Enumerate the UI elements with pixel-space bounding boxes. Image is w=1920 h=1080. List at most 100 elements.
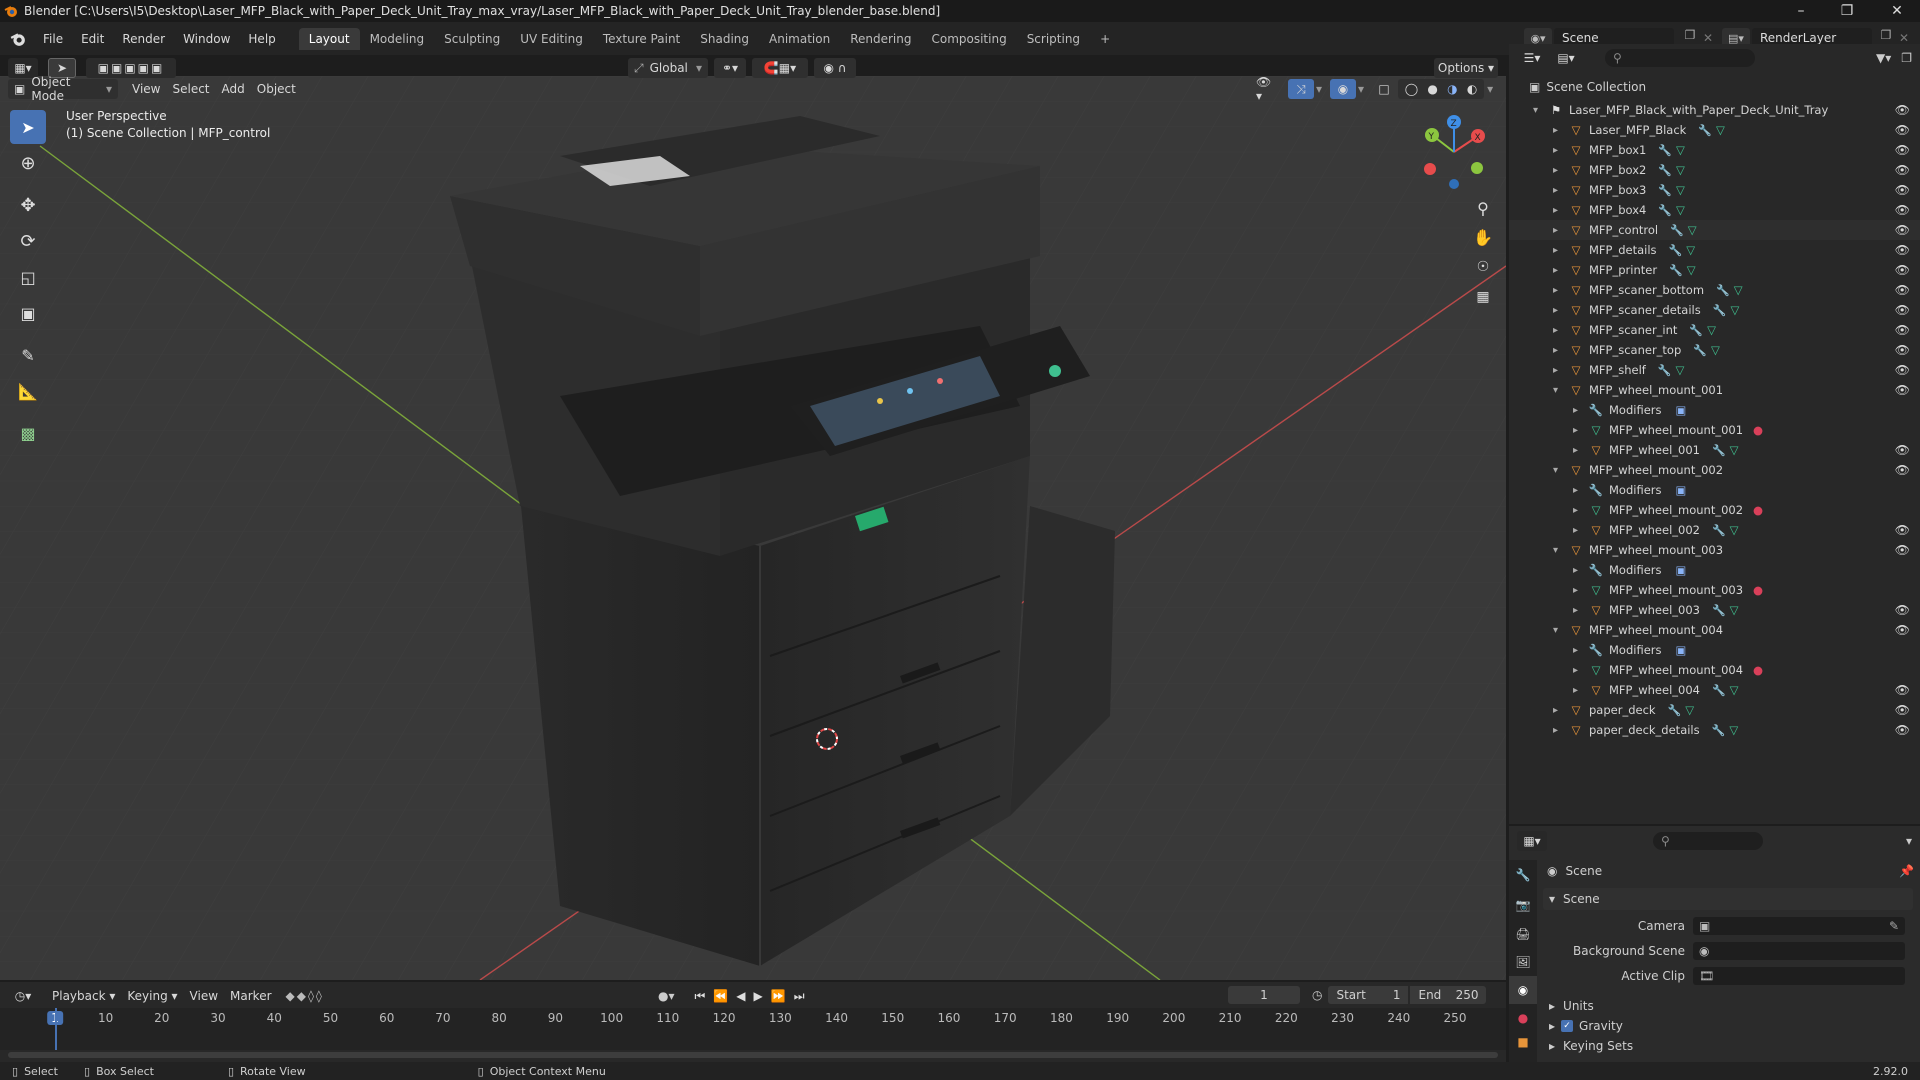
- chevron-down-icon[interactable]: ▾: [1553, 625, 1567, 636]
- visibility-eye-icon[interactable]: 👁: [1895, 123, 1910, 137]
- next-keyframe-icon[interactable]: ⏩: [771, 989, 786, 1003]
- chevron-right-icon[interactable]: ▸: [1553, 245, 1567, 256]
- visibility-eye-icon[interactable]: 👁: [1895, 183, 1910, 197]
- visibility-eye-icon[interactable]: 👁: [1895, 343, 1910, 357]
- visibility-eye-icon[interactable]: 👁: [1895, 703, 1910, 717]
- visibility-eye-icon[interactable]: 👁: [1895, 263, 1910, 277]
- chevron-right-icon[interactable]: ▸: [1553, 285, 1567, 296]
- menu-object[interactable]: Object: [251, 79, 302, 99]
- material-icon[interactable]: ●: [1753, 503, 1763, 517]
- menu-help[interactable]: Help: [239, 32, 284, 46]
- jump-end-icon[interactable]: ⏭: [794, 989, 805, 1004]
- end-frame-field[interactable]: End 250: [1410, 986, 1487, 1004]
- select-box-tool-icon[interactable]: ➤: [10, 110, 46, 144]
- outliner-item[interactable]: ▸ ▽ MFP_scaner_details 🔧 ▽ 👁: [1509, 300, 1920, 320]
- chevron-right-icon[interactable]: ▸: [1553, 345, 1567, 356]
- chevron-down-icon[interactable]: ▾: [1906, 834, 1912, 848]
- modifier-wrench-icon[interactable]: 🔧: [1713, 304, 1727, 317]
- outliner-item[interactable]: ▸ ▽ MFP_wheel_002 🔧 ▽ 👁: [1509, 520, 1920, 540]
- tab-texture-paint[interactable]: Texture Paint: [593, 28, 690, 50]
- chevron-right-icon[interactable]: ▸: [1553, 725, 1567, 736]
- chevron-right-icon[interactable]: ▸: [1553, 325, 1567, 336]
- modifier-wrench-icon[interactable]: 🔧: [1693, 344, 1707, 357]
- visibility-eye-icon[interactable]: 👁: [1895, 623, 1910, 637]
- camera-view-icon[interactable]: ☉: [1468, 252, 1498, 282]
- modifier-wrench-icon[interactable]: 🔧: [1658, 144, 1672, 157]
- chevron-down-icon[interactable]: ▾: [1553, 545, 1567, 556]
- modifier-wrench-icon[interactable]: 🔧: [1670, 224, 1684, 237]
- outliner-item[interactable]: ▸ ▽ MFP_wheel_004 🔧 ▽ 👁: [1509, 680, 1920, 700]
- chevron-down-icon[interactable]: ▾: [1553, 465, 1567, 476]
- menu-select[interactable]: Select: [166, 79, 215, 99]
- measure-tool-icon[interactable]: 📐: [10, 374, 46, 408]
- outliner-editor-type-icon[interactable]: ☰▾: [1517, 48, 1547, 68]
- solid-shading-icon[interactable]: ●: [1427, 82, 1437, 96]
- mesh-data-icon[interactable]: ▽: [1734, 283, 1743, 297]
- add-workspace-button[interactable]: +: [1090, 28, 1120, 50]
- chevron-right-icon[interactable]: ▸: [1573, 665, 1587, 676]
- visibility-eye-icon[interactable]: 👁: [1895, 243, 1910, 257]
- mesh-data-icon[interactable]: ▽: [1676, 163, 1685, 177]
- new-collection-icon[interactable]: ❐: [1901, 51, 1912, 65]
- preview-range-icon[interactable]: ◷: [1312, 988, 1322, 1002]
- current-frame-field[interactable]: 1: [1228, 986, 1300, 1004]
- outliner-item[interactable]: ▾ ▽ MFP_wheel_mount_002 👁: [1509, 460, 1920, 480]
- visibility-eye-icon[interactable]: 👁: [1895, 223, 1910, 237]
- mesh-data-icon[interactable]: ▽: [1676, 183, 1685, 197]
- visibility-eye-icon[interactable]: 👁: [1895, 723, 1910, 737]
- chevron-right-icon[interactable]: ▸: [1573, 525, 1587, 536]
- properties-search-input[interactable]: ⚲: [1653, 832, 1763, 850]
- material-icon[interactable]: ●: [1753, 663, 1763, 677]
- outliner-item[interactable]: ▸ ▽ MFP_scaner_top 🔧 ▽ 👁: [1509, 340, 1920, 360]
- menu-view[interactable]: View: [126, 79, 166, 99]
- visibility-eye-icon[interactable]: 👁: [1895, 103, 1910, 117]
- chevron-down-icon[interactable]: ▾: [1358, 82, 1364, 96]
- modifier-wrench-icon[interactable]: 🔧: [1716, 284, 1730, 297]
- outliner-item[interactable]: ▾ ▽ MFP_wheel_mount_003 👁: [1509, 540, 1920, 560]
- tab-sculpting[interactable]: Sculpting: [434, 28, 510, 50]
- display-mode-icon[interactable]: ▤▾: [1551, 48, 1581, 68]
- mesh-data-icon[interactable]: ▽: [1729, 723, 1738, 737]
- proportional-edit-icon[interactable]: ◉ ∩: [814, 58, 856, 78]
- scene-tab-icon[interactable]: ◉: [1509, 976, 1537, 1004]
- mesh-data-icon[interactable]: ▽: [1685, 703, 1694, 717]
- outliner-item[interactable]: ▸ ▽ MFP_printer 🔧 ▽ 👁: [1509, 260, 1920, 280]
- options-button[interactable]: Options ▾: [1434, 58, 1498, 78]
- chevron-right-icon[interactable]: ▸: [1573, 605, 1587, 616]
- modifier-wrench-icon[interactable]: 🔧: [1698, 124, 1712, 137]
- mesh-data-icon[interactable]: ▽: [1686, 243, 1695, 257]
- modifier-wrench-icon[interactable]: 🔧: [1669, 244, 1683, 257]
- chevron-right-icon[interactable]: ▸: [1553, 125, 1567, 136]
- jump-start-icon[interactable]: ⏮: [695, 989, 706, 1004]
- render-tab-icon[interactable]: 📷: [1509, 890, 1537, 920]
- tab-modeling[interactable]: Modeling: [360, 28, 435, 50]
- pin-icon[interactable]: 📌: [1899, 864, 1914, 878]
- blender-menu-icon[interactable]: [10, 31, 26, 47]
- pan-hand-icon[interactable]: ✋: [1468, 222, 1498, 252]
- mesh-data-icon[interactable]: ▽: [1676, 143, 1685, 157]
- start-frame-field[interactable]: Start 1: [1328, 986, 1409, 1004]
- mesh-data-icon[interactable]: ▽: [1730, 523, 1739, 537]
- modifier-wrench-icon[interactable]: 🔧: [1712, 444, 1726, 457]
- output-tab-icon[interactable]: 🖨: [1509, 920, 1537, 948]
- visibility-eye-icon[interactable]: 👁: [1895, 543, 1910, 557]
- scene-section-header[interactable]: ▾ Scene: [1543, 888, 1913, 910]
- chevron-down-icon[interactable]: ▾: [1487, 82, 1493, 96]
- visibility-eye-icon[interactable]: 👁: [1895, 163, 1910, 177]
- outliner-item[interactable]: ▸ ▽ MFP_wheel_mount_002 ●: [1509, 500, 1920, 520]
- outliner-item[interactable]: ▸ ▽ MFP_wheel_mount_001 ●: [1509, 420, 1920, 440]
- menu-playback[interactable]: Playback ▾: [46, 986, 121, 1006]
- shading-mode-icons[interactable]: ◯ ● ◑ ◐: [1398, 79, 1485, 99]
- modifier-settings-icon[interactable]: ▣: [1676, 483, 1687, 497]
- menu-view-timeline[interactable]: View: [184, 986, 224, 1006]
- modifier-wrench-icon[interactable]: 🔧: [1658, 164, 1672, 177]
- outliner-item[interactable]: ▸ ▽ MFP_box4 🔧 ▽ 👁: [1509, 200, 1920, 220]
- outliner-item[interactable]: ▸ ▽ MFP_wheel_mount_004 ●: [1509, 660, 1920, 680]
- chevron-right-icon[interactable]: ▸: [1573, 645, 1587, 656]
- outliner-item[interactable]: ▾ ▽ MFP_wheel_mount_004 👁: [1509, 620, 1920, 640]
- tab-shading[interactable]: Shading: [690, 28, 759, 50]
- scene-collection-row[interactable]: ▣ Scene Collection: [1529, 77, 1646, 97]
- mesh-data-icon[interactable]: ▽: [1687, 263, 1696, 277]
- mesh-data-icon[interactable]: ▽: [1730, 303, 1739, 317]
- outliner-item[interactable]: ▸ ▽ paper_deck 🔧 ▽ 👁: [1509, 700, 1920, 720]
